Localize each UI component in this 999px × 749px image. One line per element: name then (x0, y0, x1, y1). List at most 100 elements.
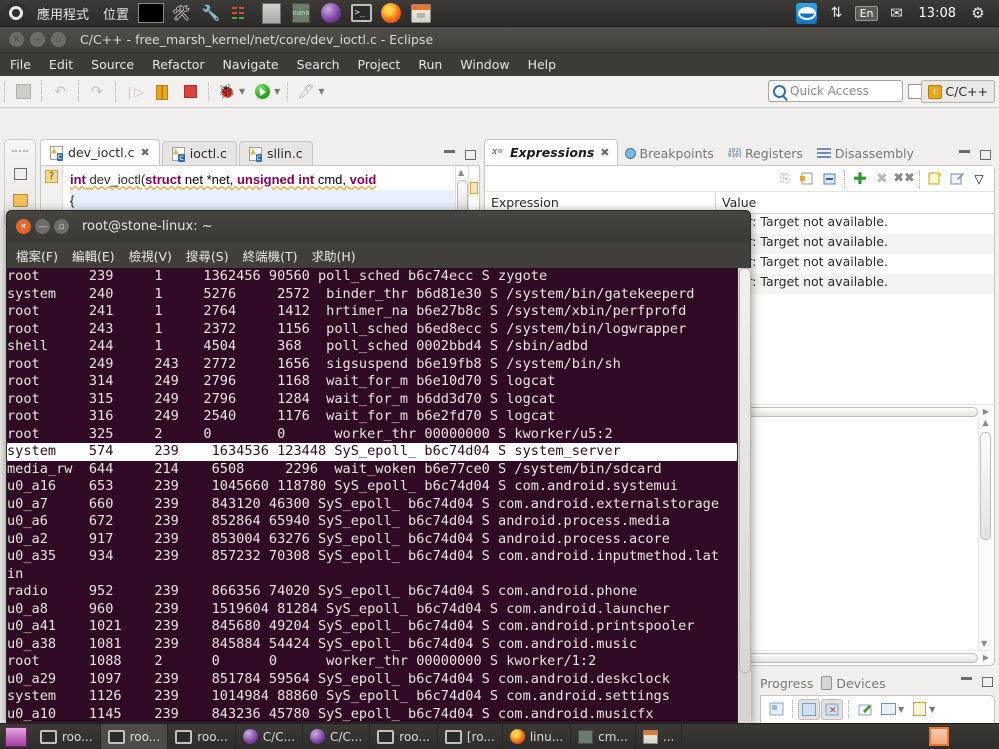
view-bar-handle[interactable] (12, 150, 28, 154)
progress-maximize-icon[interactable] (982, 677, 993, 687)
terminal-title-bar[interactable]: ✕ — ▫ root@stone-linux: ~ (6, 210, 751, 242)
calculator-icon[interactable] (258, 2, 284, 24)
taskbar-item-6[interactable]: [ro... (438, 723, 503, 749)
terminal-line[interactable]: u0_a10 1145 239 843236 45780 SyS_epoll_ … (7, 706, 750, 723)
new-icon[interactable] (908, 699, 930, 720)
editor-minimize-icon[interactable] (444, 150, 455, 153)
nano-editor-icon[interactable]: nano (288, 2, 314, 24)
terminal-line[interactable]: system 574 239 1634536 123448 SyS_epoll_… (7, 443, 750, 461)
terminal-line[interactable]: root 316 249 2540 1176 wait_for_m b6e2fd… (7, 408, 750, 426)
monitor-menu-icon[interactable]: ▼ (898, 705, 904, 714)
perspective-cpp-button[interactable]: c C/C++ (921, 80, 995, 103)
run-dropdown-arrow-icon[interactable]: ▼ (274, 87, 280, 96)
terminal-minimize-button[interactable]: — (35, 219, 50, 234)
terminal-scrollbar[interactable] (737, 268, 751, 723)
terminal-line[interactable]: system 1126 239 1014984 88860 SyS_epoll_… (7, 688, 750, 706)
editor-maximize-icon[interactable] (465, 150, 476, 160)
menu-project[interactable]: Project (349, 53, 410, 76)
menu-window[interactable]: Window (451, 53, 518, 76)
teamviewer-icon[interactable] (794, 2, 820, 24)
terminal-line[interactable]: u0_a7 660 239 843120 46300 SyS_epoll_ b6… (7, 496, 750, 514)
taskbar-item-8[interactable]: cm... (571, 723, 636, 749)
menu-refactor[interactable]: Refactor (143, 53, 213, 76)
taskbar-item-4[interactable]: C/C... (303, 723, 371, 749)
tab-registers[interactable]: 1010 0101 Registers (721, 141, 810, 165)
quick-access-input[interactable]: Quick Access (768, 80, 903, 102)
external-tools-icon[interactable]: 🖊 (294, 80, 318, 104)
tab-disassembly[interactable]: Disassembly (810, 141, 921, 165)
eclipse-close-button[interactable]: ✕ (9, 32, 24, 47)
scrollbar-thumb[interactable] (980, 432, 991, 540)
terminal-line[interactable]: radio 952 239 866356 74020 SyS_epoll_ b6… (7, 583, 750, 601)
menu-navigate[interactable]: Navigate (214, 53, 288, 76)
taskbar-item-1[interactable]: roo... (100, 723, 169, 749)
taskbar-item-9[interactable]: ... (636, 723, 683, 749)
menu-search[interactable]: Search (288, 53, 349, 76)
taskbar-item-7[interactable]: linu... (503, 723, 572, 749)
add-watch-expression-icon[interactable] (796, 169, 818, 189)
close-icon[interactable]: ✖ (600, 146, 609, 159)
show-desktop-icon[interactable] (929, 727, 949, 746)
screen-capture-icon[interactable] (765, 699, 787, 720)
terminal-line[interactable]: root 325 2 0 0 worker_thr 00000000 S kwo… (7, 426, 750, 444)
terminal-line[interactable]: u0_a2 917 239 853004 63276 SyS_epoll_ b6… (7, 531, 750, 549)
gear-icon[interactable]: ⚙ (965, 2, 991, 24)
terminal-icon[interactable]: >_ (348, 2, 374, 24)
remove-icon[interactable]: ✖ (871, 169, 893, 189)
terminal-line[interactable]: u0_a41 1021 239 845680 49204 SyS_epoll_ … (7, 618, 750, 636)
detail-vscrollbar[interactable]: ▲ ▼ (978, 418, 992, 649)
tab-breakpoints[interactable]: Breakpoints (618, 141, 721, 165)
red-green-dashes-icon[interactable] (228, 2, 254, 24)
terminal-line[interactable]: root 315 249 2796 1284 wait_for_m b6dd3d… (7, 391, 750, 409)
new-menu-icon[interactable]: ▼ (929, 705, 935, 714)
new-expression-icon[interactable] (924, 169, 946, 189)
terminal-line[interactable]: root 239 1 1362456 90560 poll_sched b6c7… (7, 268, 750, 286)
debug-minimize-icon[interactable] (959, 150, 970, 153)
terminal-menu-edit[interactable]: 編輯(E) (65, 246, 122, 265)
stop-icon[interactable] (178, 80, 202, 104)
network-updown-icon[interactable]: ⇅ (824, 2, 850, 24)
terminal-line[interactable]: system 240 1 5276 2572 binder_thr b6d81e… (7, 286, 750, 304)
monitor-icon[interactable] (877, 699, 899, 720)
scroll-up-icon[interactable]: ▲ (979, 418, 992, 427)
scroll-up-icon[interactable]: ▲ (458, 168, 464, 177)
mail-icon[interactable]: ✉ (884, 2, 910, 24)
tab-expressions[interactable]: x= Expressions ✖ (484, 139, 618, 165)
terminal-screen[interactable]: root 239 1 1362456 90560 poll_sched b6c7… (6, 268, 751, 723)
tab-devices[interactable]: Devices (821, 676, 893, 691)
scrollbar-thumb[interactable] (739, 268, 751, 673)
menu-help[interactable]: Help (519, 53, 566, 76)
black-window-icon[interactable] (138, 2, 165, 24)
external-tools-dropdown-arrow-icon[interactable]: ▼ (318, 87, 324, 96)
terminal-line[interactable]: shell 244 1 4504 368 poll_sched 0002bbd4… (7, 338, 750, 356)
progress-minimize-icon[interactable] (961, 677, 972, 680)
taskbar-item-0[interactable]: roo... (33, 723, 101, 749)
terminal-line[interactable]: media_rw 644 214 6508 2296 wait_woken b6… (7, 461, 750, 479)
debug-maximize-icon[interactable] (980, 150, 991, 160)
archive-manager-icon[interactable] (408, 2, 434, 24)
terminal-line[interactable]: root 1088 2 0 0 worker_thr 00000000 S kw… (7, 653, 750, 671)
terminal-menu-search[interactable]: 搜尋(S) (179, 246, 236, 265)
keyboard-layout-indicator[interactable]: En (854, 2, 880, 24)
scroll-down-icon[interactable]: ▼ (981, 639, 987, 648)
eclipse-icon[interactable] (318, 2, 344, 24)
push-icon[interactable] (854, 699, 876, 720)
places-menu[interactable]: 位置 (96, 0, 136, 26)
scrollbar-thumb[interactable] (457, 180, 468, 214)
close-icon[interactable]: ✖ (141, 146, 150, 159)
workspace-switcher-icon[interactable] (5, 726, 27, 747)
terminal-line[interactable]: u0_a38 1081 239 845884 54424 SyS_epoll_ … (7, 636, 750, 654)
terminal-line[interactable]: u0_a35 934 239 857232 70308 SyS_epoll_ b… (7, 548, 750, 566)
restore-view-icon[interactable] (10, 164, 30, 184)
quick-fix-warning-icon[interactable]: ? (45, 170, 58, 183)
terminal-line[interactable]: in (7, 566, 750, 584)
debug-dropdown-arrow-icon[interactable]: ▼ (239, 87, 245, 96)
menu-source[interactable]: Source (82, 53, 143, 76)
taskbar-item-2[interactable]: roo... (168, 723, 236, 749)
undo-icon[interactable]: ↶ (48, 80, 72, 104)
terminal-line[interactable]: u0_a29 1097 239 851784 59564 SyS_epoll_ … (7, 671, 750, 689)
pause-icon[interactable] (150, 80, 174, 104)
firefox-icon[interactable] (378, 2, 404, 24)
terminal-line[interactable]: root 314 249 2796 1168 wait_for_m b6e10d… (7, 373, 750, 391)
wrench-gear-icon[interactable]: 🛠 (168, 2, 194, 24)
